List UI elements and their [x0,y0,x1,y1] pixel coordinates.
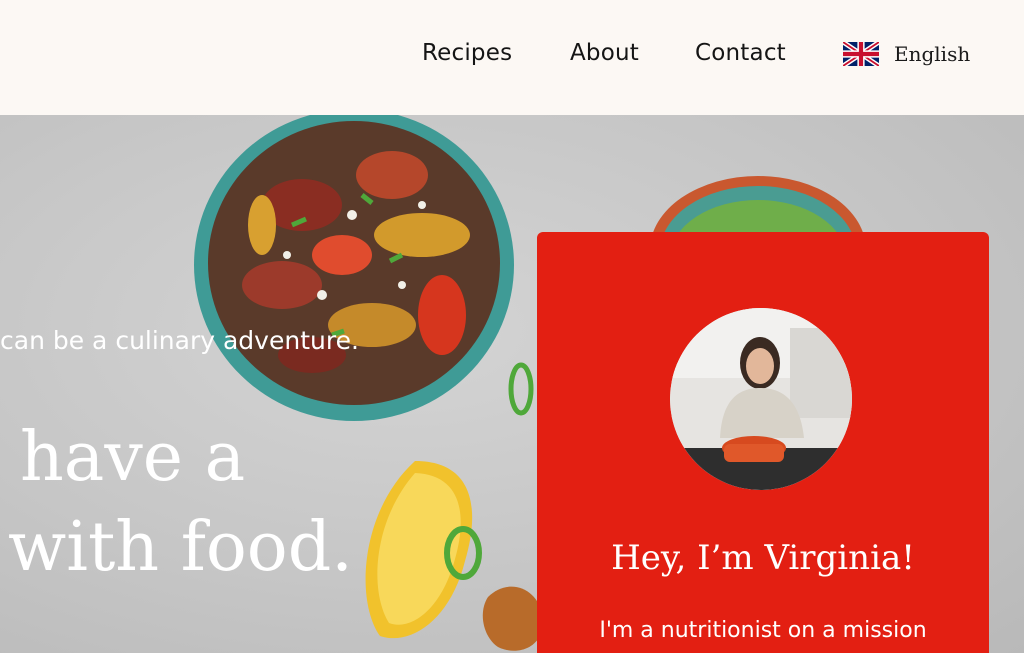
intro-card: Hey, I’m Virginia! I'm a nutritionist on… [537,232,989,653]
language-label: English [894,42,971,66]
scallion-garnish [508,362,534,416]
headline-line-1: have a [20,418,246,497]
hero-headline: have a with food. [8,413,353,593]
scallion-garnish [444,526,482,580]
hero-tagline: can be a culinary adventure. [0,326,359,355]
nav-recipes-link[interactable]: Recipes [422,40,512,66]
nav-about-link[interactable]: About [570,40,639,66]
site-header: Recipes About Contact English [0,0,1024,115]
profile-photo [670,308,852,490]
food-bowl-image [194,115,514,421]
intro-card-text: I'm a nutritionist on a mission [599,618,927,643]
uk-flag-icon [843,42,879,66]
language-selector[interactable]: English [843,42,970,66]
nav-contact-link[interactable]: Contact [695,40,786,66]
headline-line-2: with food. [8,508,353,587]
intro-card-title: Hey, I’m Virginia! [611,538,915,578]
